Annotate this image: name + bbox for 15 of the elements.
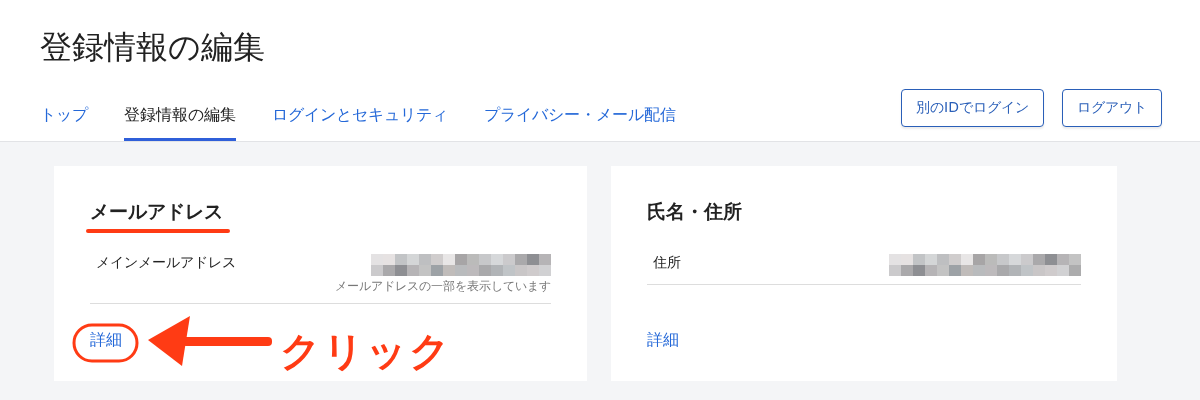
page-title: 登録情報の編集	[40, 27, 266, 68]
tab[interactable]: ログインとセキュリティ	[272, 105, 448, 141]
field-note: メールアドレスの一部を表示しています	[335, 278, 551, 295]
header-button[interactable]: 別のIDでログイン	[901, 89, 1044, 127]
tab[interactable]: 登録情報の編集	[124, 105, 236, 141]
card-title: 氏名・住所	[647, 200, 742, 222]
field-label: メインメールアドレス	[96, 254, 237, 272]
tab[interactable]: プライバシー・メール配信	[484, 105, 676, 141]
tab[interactable]: トップ	[40, 105, 88, 141]
card-title: メールアドレス	[90, 200, 223, 222]
annotation-text: クリック	[280, 327, 452, 376]
header-button[interactable]: ログアウト	[1062, 89, 1162, 127]
details-link[interactable]: 詳細	[647, 330, 679, 351]
details-link[interactable]: 詳細	[90, 330, 122, 351]
field-label: 住所	[653, 254, 682, 272]
